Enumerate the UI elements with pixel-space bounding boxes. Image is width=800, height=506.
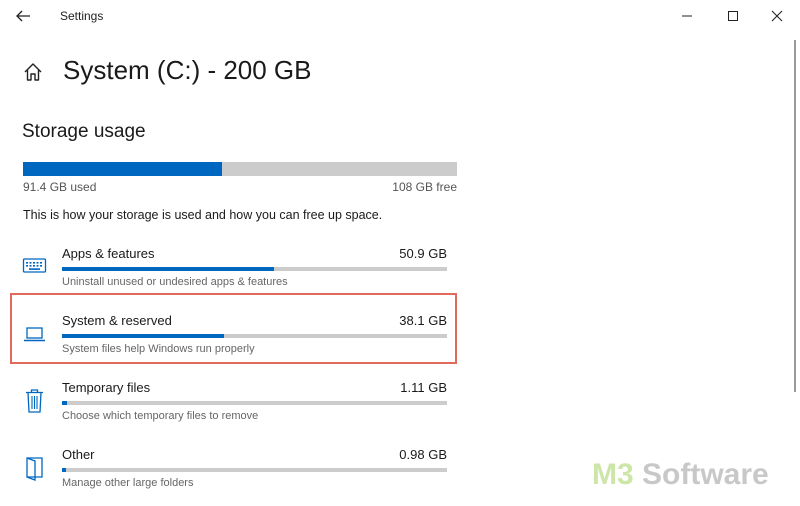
home-button[interactable] — [22, 61, 44, 83]
trash-icon — [22, 385, 48, 415]
close-icon — [771, 10, 783, 22]
free-space-label: 108 GB free — [392, 180, 457, 194]
category-hint: System files help Windows run properly — [62, 343, 255, 355]
category-name: Apps & features — [62, 246, 155, 261]
storage-usage-heading: Storage usage — [22, 121, 146, 142]
category-usage-fill — [62, 267, 274, 271]
page-title: System (C:) - 200 GB — [63, 55, 312, 85]
category-usage-bar — [62, 334, 447, 338]
app-title: Settings — [60, 9, 104, 23]
category-system-reserved[interactable]: System & reserved 38.1 GB System files h… — [14, 310, 458, 372]
keyboard-icon — [22, 251, 48, 281]
watermark-logo: M3 Software — [592, 458, 769, 492]
title-bar: Settings — [0, 0, 800, 32]
category-usage-bar — [62, 401, 447, 405]
category-usage-bar — [62, 267, 447, 271]
category-usage-fill — [62, 401, 67, 405]
storage-usage-fill — [23, 162, 222, 176]
watermark-part-2: Software — [633, 458, 769, 491]
folder-icon — [22, 452, 48, 482]
category-apps-features[interactable]: Apps & features 50.9 GB Uninstall unused… — [14, 243, 458, 305]
category-usage-bar — [62, 468, 447, 472]
category-hint: Manage other large folders — [62, 477, 194, 489]
back-button[interactable] — [12, 6, 34, 26]
home-icon — [24, 63, 42, 81]
category-temporary-files[interactable]: Temporary files 1.11 GB Choose which tem… — [14, 377, 458, 439]
category-usage-fill — [62, 468, 67, 472]
category-usage-fill — [62, 334, 224, 338]
category-size: 0.98 GB — [399, 447, 447, 462]
minimize-icon — [682, 15, 692, 17]
minimize-button[interactable] — [676, 6, 698, 26]
back-arrow-icon — [16, 10, 30, 22]
category-hint: Choose which temporary files to remove — [62, 410, 259, 422]
storage-description: This is how your storage is used and how… — [23, 208, 383, 222]
watermark-part-1: M3 — [592, 458, 634, 491]
category-size: 50.9 GB — [399, 246, 447, 261]
category-name: System & reserved — [62, 313, 172, 328]
category-name: Other — [62, 447, 95, 462]
scrollbar[interactable] — [794, 40, 796, 392]
category-hint: Uninstall unused or undesired apps & fea… — [62, 276, 288, 288]
category-other[interactable]: Other 0.98 GB Manage other large folders — [14, 444, 458, 506]
category-size: 1.11 GB — [400, 380, 447, 395]
category-name: Temporary files — [62, 380, 151, 395]
laptop-icon — [22, 318, 48, 348]
maximize-icon — [728, 11, 738, 21]
used-space-label: 91.4 GB used — [23, 180, 97, 194]
maximize-button[interactable] — [722, 6, 744, 26]
storage-usage-bar — [23, 162, 457, 176]
close-button[interactable] — [766, 6, 788, 26]
category-size: 38.1 GB — [399, 313, 447, 328]
